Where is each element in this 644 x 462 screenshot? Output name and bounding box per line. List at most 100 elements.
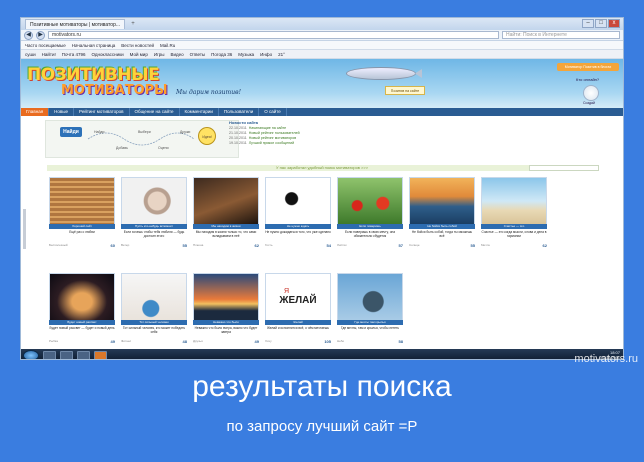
find-button[interactable]: Найди xyxy=(60,127,82,137)
card-title[interactable]: Желай и исполнится всё, о чём мечтаешь xyxy=(265,326,331,338)
card-author[interactable]: Мечта xyxy=(481,243,490,248)
bookmark-item[interactable]: Часто посещаемые xyxy=(25,43,66,48)
card-title[interactable]: Мы находим в жизни только то, что сами в… xyxy=(193,230,259,242)
address-bar[interactable]: motivators.ru xyxy=(48,31,499,39)
toolbar-item[interactable]: Мой мир xyxy=(130,52,148,57)
motivator-card[interactable]: Будет новый рассвет Будет новый рассвет … xyxy=(49,273,115,345)
site-logo[interactable]: ПОЗИТИВНЫЕ xyxy=(27,65,160,85)
browser-tab[interactable]: Позитивные мотиваторы | мотиватор... xyxy=(25,19,126,29)
forward-button[interactable]: ▶ xyxy=(36,30,45,40)
minimize-button[interactable]: – xyxy=(582,19,594,28)
menu-item-new[interactable]: Новые xyxy=(49,108,75,116)
card-author[interactable]: Гость xyxy=(265,243,273,248)
motivator-thumbnail[interactable] xyxy=(49,177,115,225)
motivator-card[interactable]: Где мечты там крылья Где мечты, там и кр… xyxy=(337,273,403,345)
menu-item-home[interactable]: Главная xyxy=(21,108,50,116)
toolbar-item[interactable]: Одноклассники xyxy=(91,52,123,57)
card-title[interactable]: Где мечты, там и крылья, чтобы лететь xyxy=(337,326,403,338)
menu-item-about[interactable]: О сайте xyxy=(259,108,287,116)
idea-icon[interactable]: Идея! xyxy=(198,127,216,145)
toolbar-item[interactable]: Видео xyxy=(170,52,183,57)
motivator-card[interactable]: Неважно что было Неважно что было вчера,… xyxy=(193,273,259,345)
menu-item-comments[interactable]: Комментарии xyxy=(180,108,219,116)
card-author[interactable]: Друзья xyxy=(193,339,203,344)
motivator-thumbnail[interactable]: Я ЖЕЛАЙ xyxy=(265,273,331,321)
bookmark-item[interactable]: Начальная страница xyxy=(72,43,116,48)
toolbar-item[interactable]: Почта 4796 xyxy=(62,52,86,57)
card-author[interactable]: Плюша xyxy=(193,243,203,248)
toolbar-item[interactable]: суши xyxy=(25,52,36,57)
motivator-thumbnail[interactable] xyxy=(49,273,115,321)
search-box[interactable]: Найти: Поиск в Интернете xyxy=(502,31,620,39)
card-title[interactable]: Ещё раз о любви xyxy=(49,230,115,242)
scrollbar[interactable] xyxy=(23,209,26,249)
card-author[interactable]: Листик xyxy=(337,243,347,248)
news-text: Начинающие на сайте xyxy=(248,126,287,130)
explorer-icon[interactable] xyxy=(43,350,56,359)
search-promo-strip[interactable]: У нас заработал удобный поиск мотиваторо… xyxy=(47,165,597,171)
back-button[interactable]: ◀ xyxy=(24,30,33,40)
news-item[interactable]: 19.10.2011 Лучший прикол сообщений xyxy=(229,141,589,146)
motivator-card[interactable]: Не бойся быть собой Не бойся быть собой,… xyxy=(409,177,475,249)
new-tab-button[interactable]: + xyxy=(128,20,138,28)
card-author[interactable]: Фитнес xyxy=(121,339,131,344)
motivator-card[interactable]: Если поверишь Если поверишь в свою мечту… xyxy=(337,177,403,249)
motivator-thumbnail[interactable] xyxy=(337,273,403,321)
motivator-card[interactable]: Хороший сайт Ещё раз о любви Бесполезный… xyxy=(49,177,115,249)
card-title[interactable]: Если хочешь чтобы тебя любили — будь дос… xyxy=(121,230,187,242)
toolbar-item[interactable]: Инфо xyxy=(260,52,272,57)
thumbnail-caption: Где мечты там крылья xyxy=(337,320,403,325)
start-button[interactable] xyxy=(23,349,39,359)
media-player-icon[interactable] xyxy=(60,350,73,359)
card-title[interactable]: Тот сильный человек, кто может победить … xyxy=(121,326,187,338)
card-title[interactable]: Не бойся быть собой, тогда ты сможешь вс… xyxy=(409,230,475,242)
maximize-button[interactable]: □ xyxy=(595,19,607,28)
motivator-thumbnail[interactable] xyxy=(409,177,475,225)
user-box[interactable]: Мотиватор Позитив в блогах xyxy=(557,63,619,71)
card-score: 54 xyxy=(326,243,331,248)
card-title[interactable]: Если поверишь в свою мечту, она обязател… xyxy=(337,230,403,242)
toolbar-item[interactable]: 21° xyxy=(278,52,285,57)
motivator-thumbnail[interactable] xyxy=(193,177,259,225)
bookmark-item[interactable]: Mail.Ru xyxy=(160,43,175,48)
card-title[interactable]: Будет новый рассвет — будет и новый день xyxy=(49,326,115,338)
motivator-thumbnail[interactable] xyxy=(121,273,187,321)
menu-item-chat[interactable]: Общение на сайте xyxy=(130,108,180,116)
card-author[interactable]: Бесполезный xyxy=(49,243,68,248)
toolbar-item[interactable]: Погода 36 xyxy=(211,52,232,57)
avatar[interactable] xyxy=(583,85,599,101)
motivator-card[interactable]: Я ЖЕЛАЙ Желай Желай и исполнится всё, о … xyxy=(265,273,331,345)
card-title[interactable]: Не нужно дожидаться того, что уже сделан… xyxy=(265,230,331,242)
create-label[interactable]: Создай xyxy=(583,101,595,105)
menu-item-rating[interactable]: Рейтинг мотиваторов xyxy=(74,108,130,116)
motivator-thumbnail[interactable] xyxy=(337,177,403,225)
motivator-thumbnail[interactable] xyxy=(481,177,547,225)
motivator-thumbnail[interactable] xyxy=(121,177,187,225)
site-logo-bottom[interactable]: МОТИВАТОРЫ xyxy=(61,83,168,98)
close-button[interactable]: x xyxy=(608,19,620,28)
card-author[interactable]: Ветер xyxy=(121,243,129,248)
motivator-card[interactable]: Не нужно ждать Не нужно дожидаться того,… xyxy=(265,177,331,249)
site-search-input[interactable] xyxy=(529,165,599,171)
motivator-card[interactable]: Тот сильный человек Тот сильный человек,… xyxy=(121,273,187,345)
motivator-thumbnail[interactable] xyxy=(265,177,331,225)
bookmark-item[interactable]: Вести новостей xyxy=(121,43,154,48)
folder-icon[interactable] xyxy=(77,350,90,359)
menu-item-users[interactable]: Пользователи xyxy=(219,108,260,116)
firefox-icon[interactable] xyxy=(94,350,107,359)
toolbar-item[interactable]: Музыка xyxy=(238,52,254,57)
card-author[interactable]: Солнце xyxy=(409,243,420,248)
card-title[interactable]: Неважно что было вчера, важно что будет … xyxy=(193,326,259,338)
toolbar-item[interactable]: Ответы xyxy=(190,52,206,57)
motivator-card[interactable]: Счастье — это Счастье — это когда мысли,… xyxy=(481,177,547,249)
motivator-card[interactable]: Пусть кто-нибудь вспомнит Если хочешь чт… xyxy=(121,177,187,249)
motivator-thumbnail[interactable] xyxy=(193,273,259,321)
card-author[interactable]: Хочу xyxy=(265,339,272,344)
header-banner[interactable]: Позитив на сайте xyxy=(385,86,425,95)
toolbar-item[interactable]: Найти! xyxy=(42,52,56,57)
card-author[interactable]: Рыбка xyxy=(49,339,58,344)
motivator-card[interactable]: Мы находим в жизни Мы находим в жизни то… xyxy=(193,177,259,249)
card-title[interactable]: Счастье — это когда мысли, слова и дела … xyxy=(481,230,547,242)
card-author[interactable]: Небо xyxy=(337,339,344,344)
toolbar-item[interactable]: Игры xyxy=(154,52,165,57)
